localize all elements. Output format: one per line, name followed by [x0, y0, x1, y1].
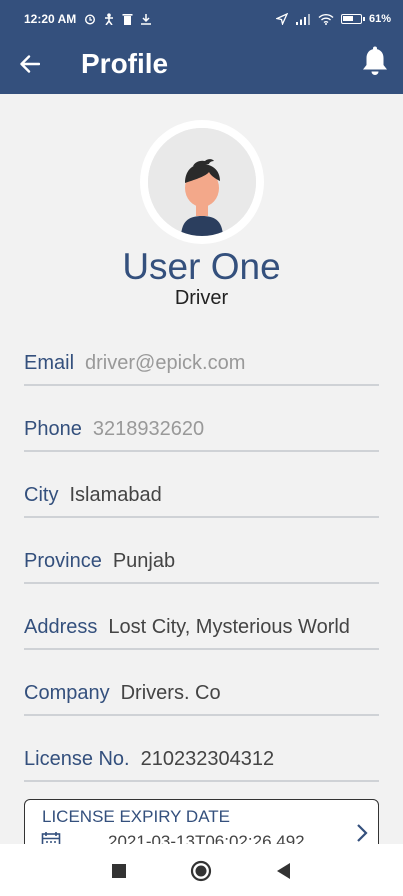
home-circle-icon	[190, 860, 212, 882]
city-field[interactable]: City Islamabad	[24, 484, 379, 518]
status-icons-left	[84, 13, 152, 25]
download-icon	[141, 14, 152, 25]
arrow-left-icon	[20, 55, 40, 73]
company-field[interactable]: Company Drivers. Co	[24, 682, 379, 716]
address-label: Address	[24, 616, 98, 638]
email-value: driver@epick.com	[85, 352, 246, 374]
alarm-icon	[85, 14, 96, 25]
city-value: Islamabad	[69, 484, 162, 506]
license-number-value: 210232304312	[140, 748, 275, 770]
license-number-field[interactable]: License No. 210232304312	[24, 748, 379, 782]
signal-icon	[295, 14, 310, 25]
address-value: Lost City, Mysterious World	[108, 616, 350, 638]
user-name: User One	[122, 246, 281, 287]
phone-field[interactable]: Phone 3218932620	[24, 418, 379, 452]
province-field[interactable]: Province Punjab	[24, 550, 379, 584]
email-field[interactable]: Email driver@epick.com	[24, 352, 379, 386]
company-value: Drivers. Co	[120, 682, 221, 704]
back-nav-button[interactable]	[273, 860, 295, 882]
notifications-button[interactable]	[361, 46, 393, 82]
recents-square-icon	[112, 864, 126, 878]
wifi-icon	[318, 13, 334, 25]
system-nav-bar	[0, 844, 403, 896]
battery-icon	[340, 14, 365, 24]
user-role: Driver	[174, 287, 229, 309]
status-bar: 12:20 AM 61%	[0, 0, 403, 38]
province-value: Punjab	[112, 550, 176, 572]
back-button[interactable]	[14, 48, 46, 80]
home-button[interactable]	[190, 860, 212, 882]
license-expiry-label: LICENSE EXPIRY DATE	[42, 807, 231, 826]
city-label: City	[24, 484, 59, 506]
phone-label: Phone	[24, 418, 82, 440]
license-number-label: License No.	[24, 748, 130, 770]
battery-percent: 61%	[368, 13, 391, 25]
avatar[interactable]	[140, 120, 264, 244]
status-icons-right: 61%	[275, 13, 391, 25]
person-icon	[105, 13, 114, 25]
address-field[interactable]: Address Lost City, Mysterious World	[24, 616, 379, 650]
header: 12:20 AM 61% Profile	[0, 0, 403, 94]
bell-icon	[363, 46, 387, 75]
recents-button[interactable]	[108, 860, 130, 882]
province-label: Province	[24, 550, 102, 572]
back-triangle-icon	[277, 863, 290, 879]
trash-icon	[122, 14, 133, 25]
status-time: 12:20 AM	[24, 12, 77, 26]
chevron-right-icon	[357, 824, 368, 842]
user-avatar-icon	[148, 128, 256, 236]
phone-value: 3218932620	[92, 418, 205, 440]
battery-level	[342, 16, 353, 21]
location-icon	[275, 13, 288, 25]
app-bar: Profile	[0, 38, 403, 94]
company-label: Company	[24, 682, 110, 704]
page-title: Profile	[81, 48, 169, 79]
email-label: Email	[24, 352, 75, 374]
avatar-image	[148, 128, 256, 236]
